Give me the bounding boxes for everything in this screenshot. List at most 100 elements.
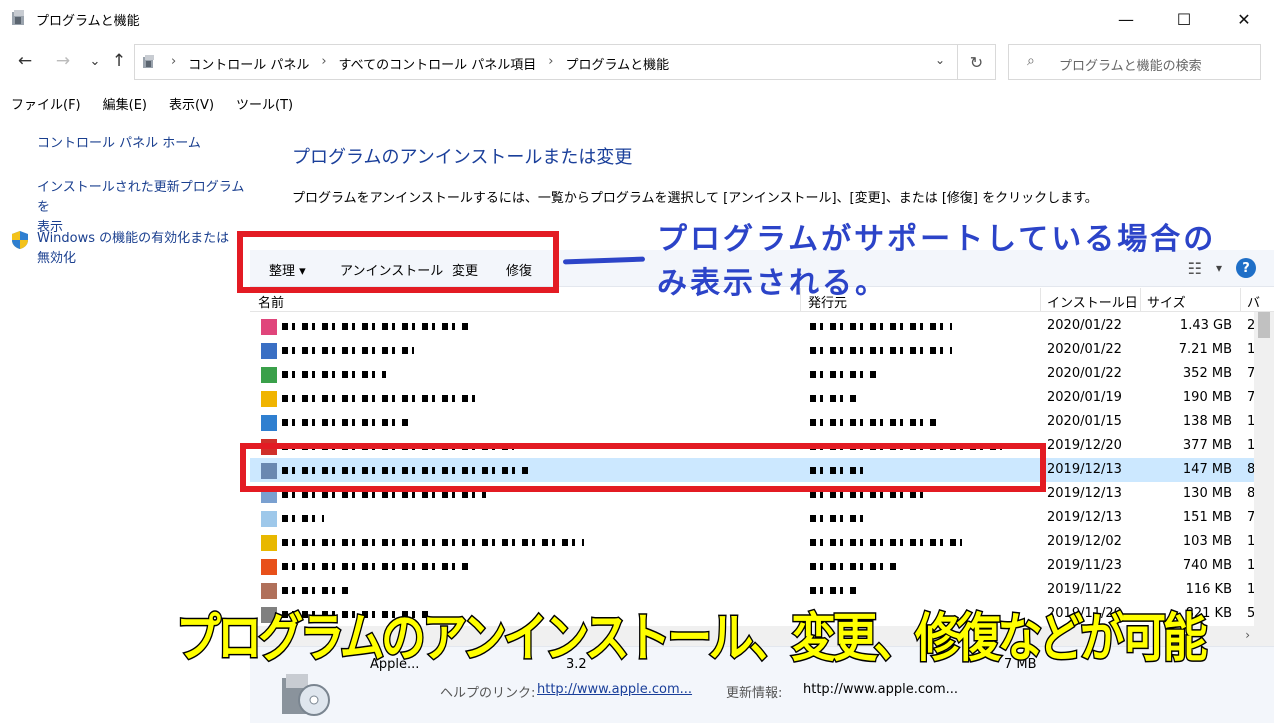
installer-disc-icon	[282, 674, 330, 716]
breadcrumb-programs[interactable]: プログラムと機能	[559, 54, 675, 73]
publisher-redacted	[810, 419, 938, 426]
menu-file[interactable]: ファイル(F)	[0, 92, 92, 114]
publisher-redacted	[810, 539, 962, 546]
menu-view[interactable]: 表示(V)	[158, 92, 225, 114]
address-bar[interactable]: › コントロール パネル › すべてのコントロール パネル項目 › プログラムと…	[134, 44, 996, 80]
table-row[interactable]: 2020/01/15 138 MB 1	[250, 410, 1255, 434]
title-bar: プログラムと機能 — ☐ ✕	[0, 0, 1274, 38]
table-row[interactable]: 2020/01/22 1.43 GB 2	[250, 314, 1255, 338]
program-icon	[261, 559, 277, 575]
table-row[interactable]: 2019/12/02 103 MB 1	[250, 530, 1255, 554]
update-info-value: http://www.apple.com...	[803, 682, 959, 697]
menu-edit[interactable]: 編集(E)	[92, 92, 158, 114]
breadcrumb-control-panel[interactable]: コントロール パネル	[182, 54, 315, 73]
program-size: 103 MB	[1182, 534, 1232, 549]
annotation-note: プログラムがサポートしている場合のみ表示される。	[657, 222, 1217, 301]
help-link-label: ヘルプのリンク:	[440, 686, 536, 701]
forward-arrow-icon[interactable]: →	[52, 50, 74, 72]
update-info-label: 更新情報:	[726, 686, 783, 701]
column-divider[interactable]	[1240, 288, 1241, 312]
programs-and-features-window: プログラムと機能 — ☐ ✕ ← → ⌄ ↑ › コントロール パネル › すべ…	[0, 0, 1274, 723]
install-date: 2019/12/13	[1047, 510, 1122, 525]
program-size: 147 MB	[1182, 462, 1232, 477]
program-icon	[261, 391, 277, 407]
install-date: 2019/12/02	[1047, 534, 1122, 549]
program-name-redacted	[282, 323, 468, 330]
table-row[interactable]: 2020/01/22 352 MB 7	[250, 362, 1255, 386]
column-name[interactable]: 名前	[258, 292, 284, 311]
program-icon	[261, 415, 277, 431]
install-date: 2019/11/22	[1047, 582, 1122, 597]
program-size: 7.21 MB	[1178, 342, 1232, 357]
installed-updates-line1: インストールされた更新プログラムを	[37, 180, 245, 215]
control-panel-home-link[interactable]: コントロール パネル ホーム	[37, 134, 201, 154]
program-size: 740 MB	[1182, 558, 1232, 573]
program-name-redacted	[282, 419, 412, 426]
program-name-redacted	[282, 371, 386, 378]
table-row[interactable]: 2019/11/23 740 MB 1	[250, 554, 1255, 578]
close-button[interactable]: ✕	[1215, 0, 1273, 38]
breadcrumb-chevron-icon: ›	[548, 54, 554, 69]
program-size: 151 MB	[1182, 510, 1232, 525]
column-version[interactable]: バ	[1247, 292, 1260, 311]
back-arrow-icon[interactable]: ←	[14, 50, 36, 72]
table-row[interactable]: 2020/01/19 190 MB 7	[250, 386, 1255, 410]
publisher-redacted	[810, 371, 878, 378]
vertical-scrollbar[interactable]	[1254, 312, 1274, 626]
publisher-redacted	[810, 563, 896, 570]
annotation-caption: プログラムのアンインストール、変更、修復などが可能	[175, 608, 1209, 671]
table-row[interactable]: 2019/12/13 151 MB 7	[250, 506, 1255, 530]
scrollbar-thumb[interactable]	[1258, 312, 1270, 338]
windows-features-line1: Windows の機能の有効化または	[37, 231, 230, 246]
menu-tools[interactable]: ツール(T)	[225, 92, 304, 114]
help-icon[interactable]: ?	[1236, 258, 1256, 278]
scroll-right-icon[interactable]: ›	[1245, 628, 1250, 642]
install-date: 2019/11/23	[1047, 558, 1122, 573]
publisher-redacted	[810, 323, 952, 330]
program-name-redacted	[282, 347, 414, 354]
windows-features-link[interactable]: Windows の機能の有効化または 無効化	[37, 229, 229, 269]
publisher-redacted	[810, 347, 952, 354]
program-name-redacted	[282, 539, 584, 546]
refresh-icon[interactable]: ↻	[957, 45, 995, 79]
program-icon	[261, 511, 277, 527]
search-icon: ⌕	[1027, 53, 1035, 69]
breadcrumb: › コントロール パネル › すべてのコントロール パネル項目 › プログラムと…	[165, 54, 675, 73]
publisher-redacted	[810, 491, 930, 498]
install-date: 2020/01/22	[1047, 342, 1122, 357]
program-icon	[261, 343, 277, 359]
windows-features-line2: 無効化	[37, 251, 77, 266]
install-date: 2020/01/15	[1047, 414, 1122, 429]
install-date: 2020/01/19	[1047, 390, 1122, 405]
program-size: 130 MB	[1182, 486, 1232, 501]
minimize-button[interactable]: —	[1097, 0, 1155, 38]
control-panel-programs-icon	[12, 10, 24, 25]
up-arrow-icon[interactable]: ↑	[108, 50, 130, 72]
program-size: 190 MB	[1182, 390, 1232, 405]
recent-locations-icon[interactable]: ⌄	[84, 50, 106, 72]
maximize-button[interactable]: ☐	[1155, 0, 1213, 38]
install-date: 2019/12/13	[1047, 486, 1122, 501]
window-title: プログラムと機能	[36, 14, 140, 29]
breadcrumb-chevron-icon: ›	[171, 54, 177, 69]
toolbar-highlight-box	[237, 231, 559, 293]
publisher-redacted	[810, 587, 856, 594]
address-dropdown-icon[interactable]: ⌄	[935, 53, 945, 67]
search-box[interactable]: ⌕ プログラムと機能の検索	[1008, 44, 1261, 80]
control-panel-icon	[143, 55, 154, 68]
help-link[interactable]: http://www.apple.com...	[537, 682, 692, 697]
program-size: 352 MB	[1182, 366, 1232, 381]
program-size: 377 MB	[1182, 438, 1232, 453]
install-date: 2019/12/13	[1047, 462, 1122, 477]
program-size: 116 KB	[1185, 582, 1232, 597]
install-date: 2019/12/20	[1047, 438, 1122, 453]
page-title: プログラムのアンインストールまたは変更	[292, 147, 633, 168]
publisher-redacted	[810, 515, 870, 522]
install-date: 2020/01/22	[1047, 366, 1122, 381]
program-icon	[261, 367, 277, 383]
program-name-redacted	[282, 515, 324, 522]
program-name-redacted	[282, 491, 486, 498]
breadcrumb-chevron-icon: ›	[321, 54, 327, 69]
table-row[interactable]: 2020/01/22 7.21 MB 1	[250, 338, 1255, 362]
breadcrumb-all-items[interactable]: すべてのコントロール パネル項目	[333, 54, 543, 73]
